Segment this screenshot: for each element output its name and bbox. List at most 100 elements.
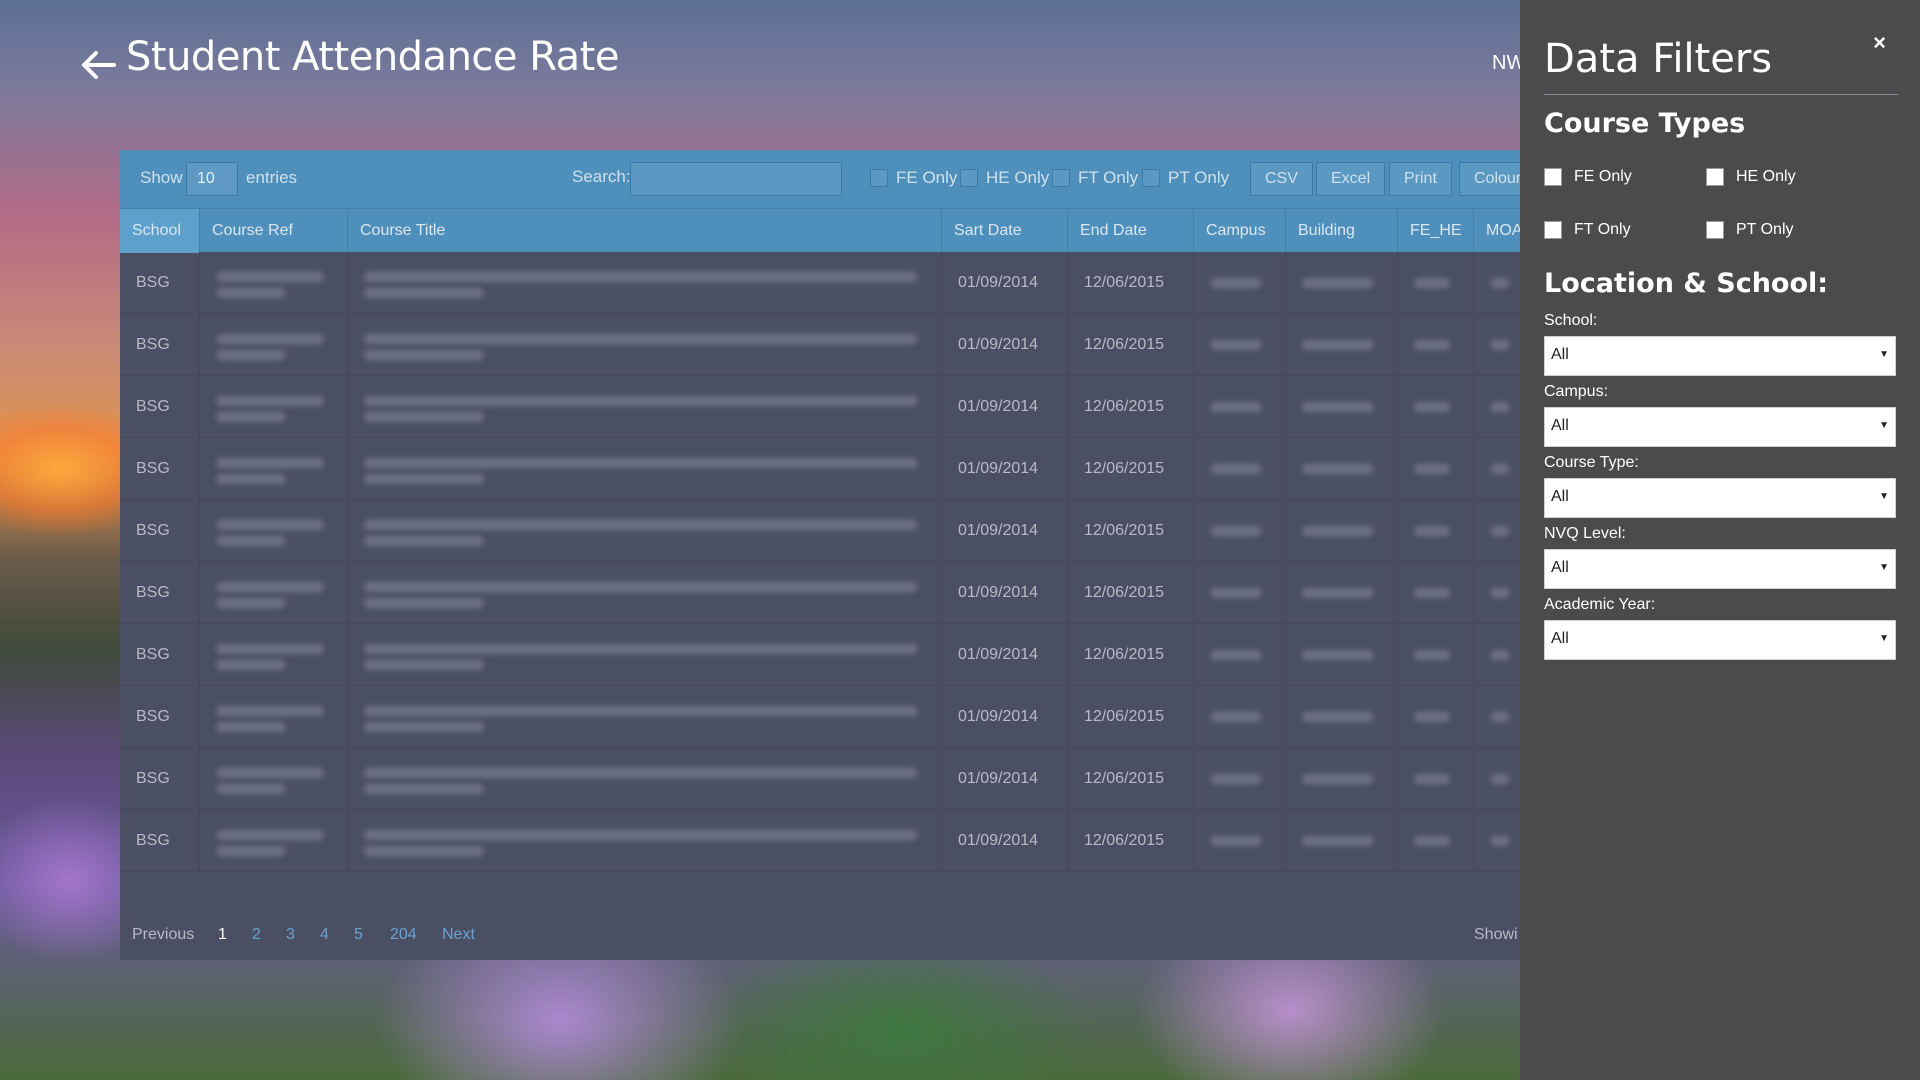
search-input[interactable]: [630, 162, 842, 196]
cell-school: BSG: [120, 624, 200, 686]
cell-redacted: [1474, 438, 1520, 500]
table-row[interactable]: BSG 01/09/2014 12/06/2015: [120, 376, 1520, 438]
he-only-checkbox[interactable]: HE Only: [960, 168, 1049, 188]
checkbox-box[interactable]: [1544, 168, 1562, 186]
checkbox-box[interactable]: [1142, 169, 1160, 187]
pagination-previous[interactable]: Previous: [132, 926, 194, 944]
redacted-text: [364, 598, 484, 608]
checkbox-label: FE Only: [1574, 168, 1632, 185]
redacted-text: [1490, 650, 1510, 660]
redacted-text: [1490, 464, 1510, 474]
redacted-text: [364, 350, 484, 360]
cell-redacted: [200, 314, 348, 376]
pagination-current-page[interactable]: 1: [218, 926, 227, 944]
table-row[interactable]: BSG 01/09/2014 12/06/2015: [120, 314, 1520, 376]
academic-year-filter-select[interactable]: All ▼: [1544, 620, 1896, 660]
cell-redacted: [1194, 686, 1286, 748]
cell-redacted: [1398, 624, 1474, 686]
print-button[interactable]: Print: [1389, 162, 1452, 196]
cell-redacted: [1474, 500, 1520, 562]
cell-redacted: [348, 748, 942, 810]
course-type-filter-label: Course Type:: [1544, 454, 1639, 471]
redacted-text: [1210, 526, 1262, 536]
checkbox-box[interactable]: [870, 169, 888, 187]
redacted-text: [364, 536, 484, 546]
col-header-end-date[interactable]: End Date: [1068, 209, 1194, 253]
redacted-text: [364, 582, 918, 592]
table-row[interactable]: BSG 01/09/2014 12/06/2015: [120, 438, 1520, 500]
excel-button[interactable]: Excel: [1316, 162, 1386, 196]
checkbox-box[interactable]: [1544, 221, 1562, 239]
cell-redacted: [348, 314, 942, 376]
col-header-school[interactable]: School: [120, 209, 200, 253]
checkbox-box[interactable]: [1052, 169, 1070, 187]
page-title: Student Attendance Rate: [126, 34, 619, 80]
cell-redacted: [1194, 562, 1286, 624]
back-arrow-icon[interactable]: [80, 48, 116, 82]
pagination-page[interactable]: 204: [390, 926, 417, 944]
redacted-text: [216, 412, 286, 422]
redacted-text: [1414, 774, 1450, 784]
redacted-text: [1210, 836, 1262, 846]
campus-filter-select[interactable]: All ▼: [1544, 407, 1896, 447]
col-header-start-date[interactable]: Sart Date: [942, 209, 1068, 253]
pt-only-checkbox[interactable]: PT Only: [1142, 168, 1229, 188]
table-body: BSG 01/09/2014 12/06/2015 BSG 01/09/2014 12/0…: [120, 252, 1520, 872]
table-row[interactable]: BSG 01/09/2014 12/06/2015: [120, 624, 1520, 686]
table-row[interactable]: BSG 01/09/2014 12/06/2015: [120, 686, 1520, 748]
sidebar-he-only-checkbox[interactable]: HE Only: [1706, 168, 1796, 186]
cell-redacted: [1398, 500, 1474, 562]
table-row[interactable]: BSG 01/09/2014 12/06/2015: [120, 562, 1520, 624]
redacted-text: [364, 458, 918, 468]
redacted-text: [216, 644, 324, 654]
sidebar-fe-only-checkbox[interactable]: FE Only: [1544, 168, 1632, 186]
sidebar-ft-only-checkbox[interactable]: FT Only: [1544, 221, 1631, 239]
redacted-text: [1210, 340, 1262, 350]
cell-redacted: [348, 686, 942, 748]
cell-end-date: 12/06/2015: [1068, 314, 1194, 376]
pagination-next[interactable]: Next: [442, 926, 475, 944]
col-header-fe-he[interactable]: FE_HE: [1398, 209, 1474, 253]
fe-only-checkbox[interactable]: FE Only: [870, 168, 957, 188]
pagination-page[interactable]: 4: [320, 926, 329, 944]
sidebar-pt-only-checkbox[interactable]: PT Only: [1706, 221, 1794, 239]
course-type-filter-select[interactable]: All ▼: [1544, 478, 1896, 518]
checkbox-box[interactable]: [1706, 168, 1724, 186]
redacted-text: [1302, 836, 1374, 846]
table-row[interactable]: BSG 01/09/2014 12/06/2015: [120, 252, 1520, 314]
cell-school: BSG: [120, 376, 200, 438]
checkbox-box[interactable]: [960, 169, 978, 187]
cell-redacted: [1398, 748, 1474, 810]
ft-only-checkbox[interactable]: FT Only: [1052, 168, 1138, 188]
select-value: All: [1551, 417, 1569, 434]
col-header-course-title[interactable]: Course Title: [348, 209, 942, 253]
table-row[interactable]: BSG 01/09/2014 12/06/2015: [120, 810, 1520, 872]
pagination-page[interactable]: 5: [354, 926, 363, 944]
col-header-campus[interactable]: Campus: [1194, 209, 1286, 253]
school-filter-select[interactable]: All ▼: [1544, 336, 1896, 376]
pagination-page[interactable]: 2: [252, 926, 261, 944]
col-header-moa[interactable]: MOA: [1474, 209, 1520, 253]
cell-redacted: [348, 562, 942, 624]
cell-redacted: [1398, 810, 1474, 872]
redacted-text: [1210, 278, 1262, 288]
table-row[interactable]: BSG 01/09/2014 12/06/2015: [120, 500, 1520, 562]
cell-redacted: [1398, 252, 1474, 314]
checkbox-box[interactable]: [1706, 221, 1724, 239]
redacted-text: [364, 474, 484, 484]
col-header-building[interactable]: Building: [1286, 209, 1398, 253]
table-toolbar: Show 10 entries Search: FE Only HE Only …: [120, 150, 1520, 208]
course-types-heading: Course Types: [1544, 108, 1746, 139]
colour-button[interactable]: Colour: [1459, 162, 1520, 196]
cell-redacted: [1286, 810, 1398, 872]
data-filters-sidebar: × Data Filters Course Types FE Only HE O…: [1520, 0, 1920, 1080]
cell-end-date: 12/06/2015: [1068, 562, 1194, 624]
close-icon[interactable]: ×: [1873, 30, 1886, 56]
pagination-page[interactable]: 3: [286, 926, 295, 944]
table-row[interactable]: BSG 01/09/2014 12/06/2015: [120, 748, 1520, 810]
col-header-course-ref[interactable]: Course Ref: [200, 209, 348, 253]
redacted-text: [1490, 402, 1510, 412]
nvq-level-filter-select[interactable]: All ▼: [1544, 549, 1896, 589]
entries-per-page-select[interactable]: 10: [186, 162, 238, 196]
csv-button[interactable]: CSV: [1250, 162, 1313, 196]
